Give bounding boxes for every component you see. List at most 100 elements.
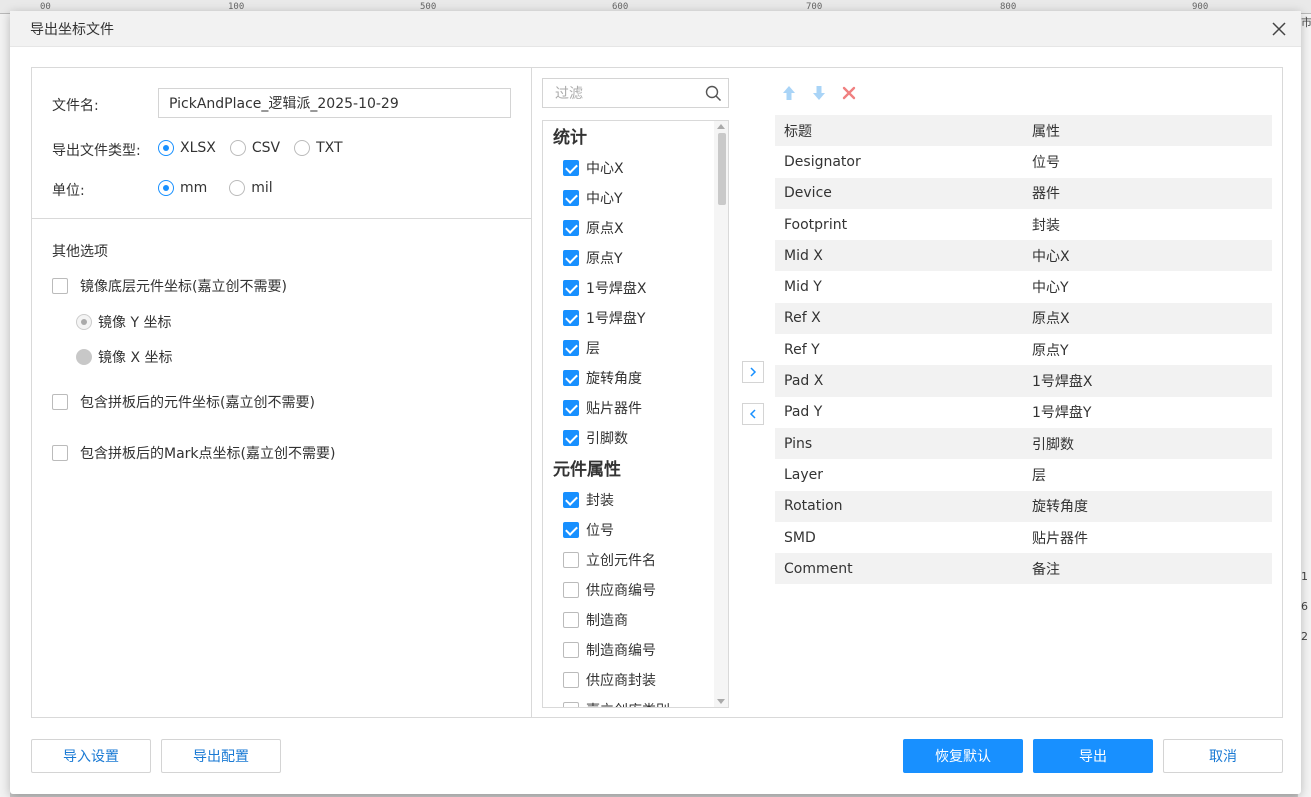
table-row[interactable]: Rotation 旋转角度 xyxy=(775,490,1272,522)
table-row[interactable]: Pad X 1号焊盘X xyxy=(775,365,1272,397)
table-row[interactable]: Footprint 封装 xyxy=(775,209,1272,240)
field-checkbox[interactable] xyxy=(563,552,579,568)
export-config-button[interactable]: 导出配置 xyxy=(161,739,281,773)
mirror-y-radio[interactable]: 镜像 Y 坐标 xyxy=(76,312,171,332)
table-row[interactable]: Layer 层 xyxy=(775,459,1272,490)
field-list-item[interactable]: 制造商编号 xyxy=(543,635,715,665)
table-row[interactable]: Designator 位号 xyxy=(775,146,1272,177)
table-cell-title: Ref X xyxy=(784,310,821,327)
options-panel: 文件名: PickAndPlace_逻辑派_2025-10-29 导出文件类型:… xyxy=(32,68,532,717)
field-list-item[interactable]: 中心X xyxy=(543,153,715,183)
filter-input[interactable]: 过滤 xyxy=(542,78,729,108)
field-checkbox[interactable] xyxy=(563,612,579,628)
field-checkbox[interactable] xyxy=(563,190,579,206)
scroll-thumb[interactable] xyxy=(718,133,726,205)
field-group-title: 统计 xyxy=(553,128,587,148)
table-cell-property: 引脚数 xyxy=(1032,436,1074,453)
mirror-x-radio[interactable]: 镜像 X 坐标 xyxy=(76,347,173,367)
field-list-item[interactable]: 位号 xyxy=(543,515,715,545)
table-cell-property: 器件 xyxy=(1032,186,1060,203)
field-list-item[interactable]: 供应商编号 xyxy=(543,575,715,605)
field-checkbox[interactable] xyxy=(563,370,579,386)
table-row[interactable]: SMD 贴片器件 xyxy=(775,522,1272,553)
unit-mil-radio[interactable]: mil xyxy=(229,180,273,196)
delete-icon[interactable] xyxy=(840,84,858,102)
field-checkbox[interactable] xyxy=(563,280,579,296)
unit-label: 单位: xyxy=(52,183,85,199)
close-icon[interactable] xyxy=(1267,17,1291,41)
table-row[interactable]: Mid Y 中心Y xyxy=(775,271,1272,302)
include-panel-checkbox[interactable]: 包含拼板后的元件坐标(嘉立创不需要) xyxy=(52,392,315,412)
move-down-icon[interactable] xyxy=(810,84,828,102)
import-settings-button[interactable]: 导入设置 xyxy=(31,739,151,773)
field-checkbox[interactable] xyxy=(563,340,579,356)
mirror-bottom-checkbox[interactable]: 镜像底层元件坐标(嘉立创不需要) xyxy=(52,276,287,296)
table-row[interactable]: Device 器件 xyxy=(775,177,1272,209)
filename-input[interactable]: PickAndPlace_逻辑派_2025-10-29 xyxy=(158,88,511,118)
field-list-item[interactable]: 中心Y xyxy=(543,183,715,213)
field-label: 贴片器件 xyxy=(586,401,642,417)
remove-field-button[interactable] xyxy=(742,403,764,425)
field-list-item[interactable]: 引脚数 xyxy=(543,423,715,453)
field-checkbox[interactable] xyxy=(563,430,579,446)
field-label: 供应商封装 xyxy=(586,673,656,689)
field-list-item[interactable]: 立创元件名 xyxy=(543,545,715,575)
table-cell-title: Ref Y xyxy=(784,341,820,358)
field-list-item[interactable]: 原点Y xyxy=(543,243,715,273)
unit-mm-radio[interactable]: mm xyxy=(158,180,207,196)
field-checkbox[interactable] xyxy=(563,310,579,326)
field-label: 制造商编号 xyxy=(586,643,656,659)
scroll-up-arrow[interactable] xyxy=(717,124,725,129)
field-checkbox[interactable] xyxy=(563,220,579,236)
field-list: 统计 中心X 中心Y 原点X 原点Y 1号焊盘X 1号焊盘Y 层旋转角度 贴片器件 引脚数 元件属性… xyxy=(542,120,729,708)
table-cell-property: 原点X xyxy=(1032,311,1070,328)
background-mark: 2 xyxy=(1301,630,1308,643)
table-cell-property: 封装 xyxy=(1032,217,1060,234)
cancel-button[interactable]: 取消 xyxy=(1163,739,1283,773)
field-list-item[interactable]: 1号焊盘Y xyxy=(543,303,715,333)
table-row[interactable]: Pins 引脚数 xyxy=(775,427,1272,460)
restore-default-button[interactable]: 恢复默认 xyxy=(903,739,1023,773)
field-checkbox[interactable] xyxy=(563,250,579,266)
field-list-item[interactable]: 贴片器件 xyxy=(543,393,715,423)
field-label: 引脚数 xyxy=(586,431,628,447)
list-scrollbar[interactable] xyxy=(714,121,728,707)
field-list-item[interactable]: 封装 xyxy=(543,485,715,515)
field-checkbox[interactable] xyxy=(563,582,579,598)
field-list-item[interactable]: 层 xyxy=(543,333,715,363)
table-header: 标题 属性 xyxy=(775,115,1272,147)
field-list-item[interactable]: 原点X xyxy=(543,213,715,243)
include-mark-checkbox[interactable]: 包含拼板后的Mark点坐标(嘉立创不需要) xyxy=(52,443,335,463)
field-list-item[interactable]: 旋转角度 xyxy=(543,363,715,393)
field-checkbox[interactable] xyxy=(563,642,579,658)
scroll-down-arrow[interactable] xyxy=(717,699,725,704)
field-list-item[interactable]: 嘉立创库类别 xyxy=(543,695,715,707)
add-field-button[interactable] xyxy=(742,361,764,383)
field-list-item[interactable]: 1号焊盘X xyxy=(543,273,715,303)
field-list-item[interactable]: 制造商 xyxy=(543,605,715,635)
field-checkbox[interactable] xyxy=(563,702,579,707)
table-row[interactable]: Pad Y 1号焊盘Y xyxy=(775,397,1272,428)
export-button[interactable]: 导出 xyxy=(1033,739,1153,773)
table-header-cell: 属性 xyxy=(1032,123,1060,140)
field-label: 中心Y xyxy=(586,191,623,207)
field-list-item[interactable]: 供应商封装 xyxy=(543,665,715,695)
move-up-icon[interactable] xyxy=(780,84,798,102)
field-checkbox[interactable] xyxy=(563,160,579,176)
include-panel-label: 包含拼板后的元件坐标(嘉立创不需要) xyxy=(80,395,315,411)
table-row[interactable]: Mid X 中心X xyxy=(775,240,1272,272)
field-label: 1号焊盘Y xyxy=(586,311,646,327)
filetype-txt-radio[interactable]: TXT xyxy=(294,140,343,156)
table-cell-property: 备注 xyxy=(1032,561,1060,578)
search-icon[interactable] xyxy=(705,85,722,106)
table-row[interactable]: Comment 备注 xyxy=(775,553,1272,585)
filetype-csv-radio[interactable]: CSV xyxy=(229,140,280,156)
field-label: 封装 xyxy=(586,493,614,509)
field-checkbox[interactable] xyxy=(563,400,579,416)
filetype-xlsx-radio[interactable]: XLSX xyxy=(158,140,216,156)
table-row[interactable]: Ref X 原点X xyxy=(775,302,1272,335)
field-checkbox[interactable] xyxy=(563,492,579,508)
field-checkbox[interactable] xyxy=(563,672,579,688)
table-row[interactable]: Ref Y 原点Y xyxy=(775,334,1272,365)
field-checkbox[interactable] xyxy=(563,522,579,538)
